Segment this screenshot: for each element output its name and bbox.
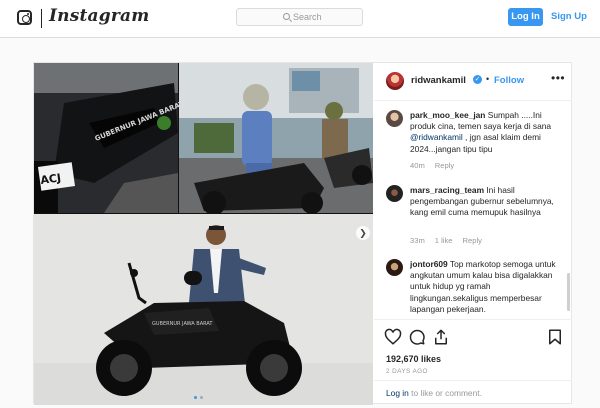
- nav-divider: [41, 9, 42, 28]
- login-button[interactable]: Log In: [508, 8, 543, 26]
- login-link[interactable]: Log in: [386, 388, 409, 398]
- comment-text: mars_racing_team Ini hasil pengembangan …: [410, 185, 554, 218]
- heart-icon[interactable]: [384, 328, 402, 346]
- comment-username[interactable]: mars_racing_team: [410, 185, 484, 195]
- post-timestamp: 2 DAYS AGO: [386, 368, 428, 375]
- mention-link[interactable]: @ridwankamil: [410, 132, 463, 142]
- verified-badge-icon: ✓: [473, 75, 482, 84]
- reply-button[interactable]: Reply: [435, 161, 454, 170]
- scrollbar-thumb[interactable]: [567, 273, 570, 311]
- comment-meta: 33m 1 like Reply: [410, 236, 482, 245]
- comment-meta: 40m Reply: [410, 161, 454, 170]
- login-prompt: Log in to like or comment.: [374, 380, 572, 404]
- login-prompt-text: Log in to like or comment.: [386, 388, 482, 398]
- photo-bike-closeup: GUBERNUR JAWA BARAT ACJ: [34, 63, 185, 213]
- comments-scrollbar[interactable]: [567, 103, 570, 315]
- comment-like-count[interactable]: 1 like: [435, 236, 453, 245]
- post-actions: 192,670 likes 2 DAYS AGO Log in to like …: [374, 319, 572, 403]
- chevron-right-icon[interactable]: ❯: [356, 226, 370, 240]
- instagram-glyph-icon[interactable]: [17, 10, 32, 25]
- carousel-dots: [194, 396, 203, 399]
- comment-username[interactable]: park_moo_kee_jan: [410, 110, 485, 120]
- post-media[interactable]: GUBERNUR JAWA BARAT ACJ GUBERNUR JAWA BA…: [34, 63, 373, 405]
- svg-text:GUBERNUR JAWA BARAT: GUBERNUR JAWA BARAT: [152, 321, 213, 327]
- comment-text: park_moo_kee_jan Sumpah .....Ini produk …: [410, 110, 552, 154]
- avatar[interactable]: [386, 110, 403, 127]
- likes-count[interactable]: 192,670 likes: [386, 354, 441, 364]
- comments-list[interactable]: park_moo_kee_jan Sumpah .....Ini produk …: [374, 102, 572, 317]
- avatar[interactable]: [386, 185, 403, 202]
- comment-time: 40m: [410, 161, 425, 170]
- more-options-icon[interactable]: •••: [551, 71, 565, 85]
- signup-link[interactable]: Sign Up: [551, 8, 587, 26]
- search-icon: [283, 13, 290, 20]
- top-nav: Instagram Log In Sign Up: [0, 0, 600, 38]
- carousel-dot: [200, 396, 203, 399]
- comment-text: jontor609 Top markotop semoga untuk angk…: [410, 259, 556, 314]
- avatar[interactable]: [386, 259, 403, 276]
- avatar[interactable]: [386, 72, 404, 90]
- post-header: ridwankamil ✓ • Follow •••: [374, 63, 572, 101]
- search-input[interactable]: [293, 10, 359, 24]
- photo-presenter: GUBERNUR JAWA BARAT: [34, 214, 373, 405]
- post-sidebar: ridwankamil ✓ • Follow ••• park_moo_kee_…: [374, 63, 572, 403]
- bookmark-icon[interactable]: [546, 328, 564, 346]
- comment-icon[interactable]: [408, 328, 426, 346]
- photo-rider: [179, 63, 373, 215]
- comment-time: 33m: [410, 236, 425, 245]
- follow-button[interactable]: Follow: [494, 75, 524, 86]
- instagram-wordmark[interactable]: Instagram: [49, 6, 149, 26]
- separator-bullet: •: [486, 74, 490, 84]
- owner-username[interactable]: ridwankamil: [411, 75, 466, 86]
- share-icon[interactable]: [432, 328, 450, 346]
- post-card: GUBERNUR JAWA BARAT ACJ GUBERNUR JAWA BA…: [33, 62, 572, 405]
- comment-username[interactable]: jontor609: [410, 259, 448, 269]
- reply-button[interactable]: Reply: [463, 236, 482, 245]
- carousel-dot-active: [194, 396, 197, 399]
- post-photo-collage: GUBERNUR JAWA BARAT ACJ GUBERNUR JAWA BA…: [34, 63, 373, 405]
- search-box[interactable]: [236, 8, 363, 26]
